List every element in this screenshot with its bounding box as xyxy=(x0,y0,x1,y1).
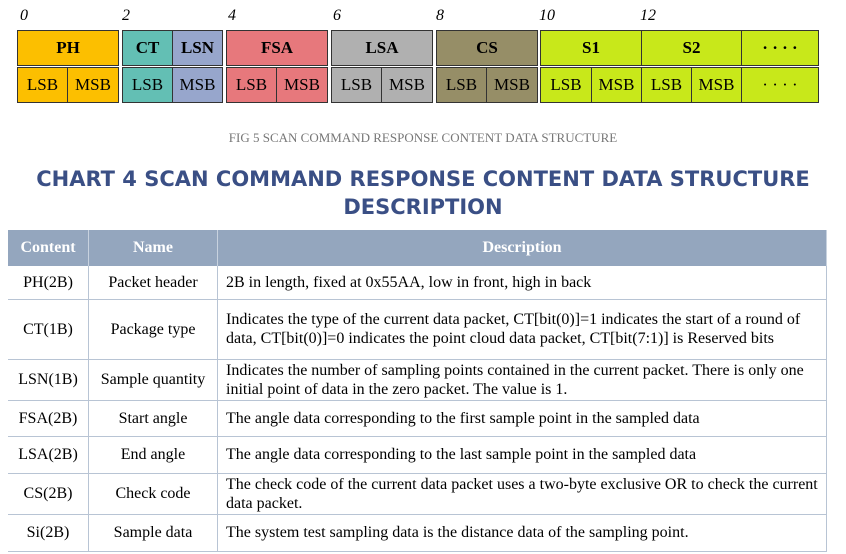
field-ct: CT xyxy=(122,30,173,66)
table-row: FSA(2B) Start angle The angle data corresp… xyxy=(8,400,827,437)
offset-label: 6 xyxy=(333,7,341,24)
cell-name: Packet header xyxy=(88,266,218,300)
cell-description: Indicates the number of sampling points … xyxy=(217,359,827,401)
table-row: CT(1B) Package type Indicates the type of … xyxy=(8,299,827,360)
offset-label: 8 xyxy=(436,7,444,24)
table-row: CS(2B) Check code The check code of the cu… xyxy=(8,473,827,515)
byte-more: · · · · xyxy=(741,67,819,103)
description-table: Content Name Description PH(2B) Packet he… xyxy=(8,230,827,552)
cell-description: The system test sampling data is the dis… xyxy=(217,514,827,552)
table-row: LSN(1B) Sample quantity Indicates the numb… xyxy=(8,359,827,401)
byte-msb: MSB xyxy=(276,67,328,103)
cell-name: Check code xyxy=(88,473,218,515)
cell-name: Start angle xyxy=(88,400,218,437)
cell-content: Si(2B) xyxy=(8,514,89,552)
cell-name: Package type xyxy=(88,299,218,360)
cell-description: The angle data corresponding to the firs… xyxy=(217,400,827,437)
cell-content: FSA(2B) xyxy=(8,400,89,437)
cell-content: CT(1B) xyxy=(8,299,89,360)
cell-description: The check code of the current data packe… xyxy=(217,473,827,515)
cell-name: End angle xyxy=(88,436,218,474)
field-ph: PH xyxy=(17,30,119,66)
table-row: Si(2B) Sample data The system test samplin… xyxy=(8,514,827,552)
byte-lsb: LSB xyxy=(331,67,382,103)
cell-description: 2B in length, fixed at 0x55AA, low in fr… xyxy=(217,266,827,300)
field-s1: S1 xyxy=(540,30,642,66)
cell-name: Sample quantity xyxy=(88,359,218,401)
field-lsa: LSA xyxy=(331,30,433,66)
byte-msb: MSB xyxy=(172,67,223,103)
field-cs: CS xyxy=(436,30,538,66)
offset-label: 12 xyxy=(640,7,656,24)
byte-msb: MSB xyxy=(691,67,742,103)
offset-label: 4 xyxy=(228,7,236,24)
cell-description: Indicates the type of the current data p… xyxy=(217,299,827,360)
chart-title: CHART 4 SCAN COMMAND RESPONSE CONTENT DA… xyxy=(0,165,846,221)
cell-name: Sample data xyxy=(88,514,218,552)
field-lsn: LSN xyxy=(172,30,223,66)
field-more: · · · · xyxy=(741,30,819,66)
header-content: Content xyxy=(8,230,89,266)
table-row: LSA(2B) End angle The angle data correspon… xyxy=(8,436,827,474)
cell-content: PH(2B) xyxy=(8,266,89,300)
offset-label: 2 xyxy=(122,7,130,24)
figure-caption: FIG 5 SCAN COMMAND RESPONSE CONTENT DATA… xyxy=(228,130,618,145)
cell-description: The angle data corresponding to the last… xyxy=(217,436,827,474)
table-row: PH(2B) Packet header 2B in length, fixed a… xyxy=(8,266,827,300)
byte-msb: MSB xyxy=(486,67,538,103)
byte-msb: MSB xyxy=(381,67,433,103)
field-fsa: FSA xyxy=(226,30,328,66)
byte-lsb: LSB xyxy=(17,67,68,103)
byte-lsb: LSB xyxy=(122,67,173,103)
title-line: DESCRIPTION xyxy=(343,195,503,219)
offset-label: 10 xyxy=(539,7,555,24)
header-description: Description xyxy=(217,230,827,266)
byte-msb: MSB xyxy=(67,67,119,103)
byte-msb: MSB xyxy=(591,67,642,103)
byte-lsb: LSB xyxy=(436,67,487,103)
title-line: CHART 4 SCAN COMMAND RESPONSE CONTENT DA… xyxy=(36,167,810,191)
header-name: Name xyxy=(88,230,218,266)
offset-label: 0 xyxy=(20,7,28,24)
field-s2: S2 xyxy=(641,30,742,66)
cell-content: LSA(2B) xyxy=(8,436,89,474)
byte-lsb: LSB xyxy=(226,67,277,103)
cell-content: LSN(1B) xyxy=(8,359,89,401)
cell-content: CS(2B) xyxy=(8,473,89,515)
byte-lsb: LSB xyxy=(540,67,592,103)
byte-lsb: LSB xyxy=(641,67,692,103)
